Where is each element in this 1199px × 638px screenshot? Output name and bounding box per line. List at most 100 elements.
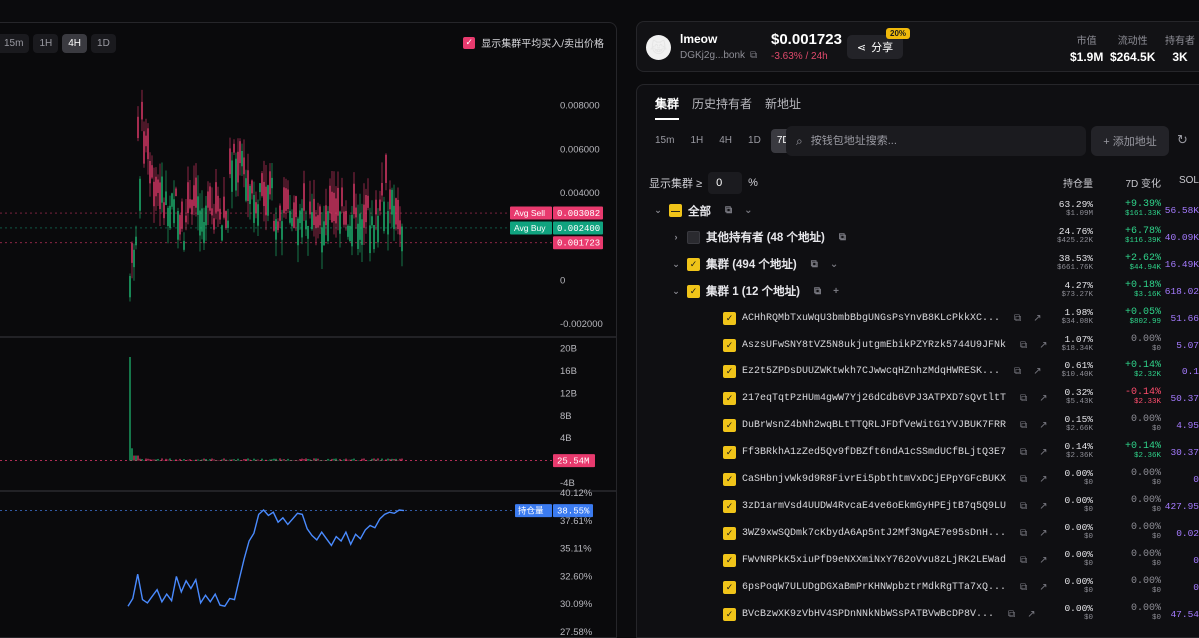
- wallet-address[interactable]: 3zD1armVsd4UUDW4RvcaE4ve6oEkmGyHPEjtB7q5…: [742, 501, 1006, 512]
- panel-tf-15m[interactable]: 15m: [649, 129, 680, 153]
- chart-tf-4h[interactable]: 4H: [62, 34, 88, 53]
- cluster-group-row[interactable]: ⌄ — 全部 ⧉ ⌄ 63.29% $1.09M +9.39% $161.33K 56.58K: [637, 197, 1199, 224]
- wallet-row[interactable]: ✓ FWvNRPkK5xiuPfD9eNXXmiNxY762oVvu8zLjRK2…: [637, 547, 1199, 574]
- checkbox-checked-icon[interactable]: ✓: [687, 257, 700, 271]
- checkbox-checked-icon[interactable]: ✓: [723, 526, 736, 540]
- price-chart-panel[interactable]: 0.008000 0.006000 0.004000 0 -0.002000 Avg Se…: [0, 22, 617, 638]
- panel-tf-1h[interactable]: 1H: [684, 129, 709, 153]
- checkbox-checked-icon[interactable]: ✓: [723, 419, 736, 433]
- copy-icon[interactable]: ⧉: [1020, 528, 1027, 539]
- wallet-address[interactable]: ACHhRQMbTxuWqU3bmbBbgUNGsPsYnvB8KLcPkkXC…: [742, 313, 1000, 324]
- wallet-row[interactable]: ✓ 3zD1armVsd4UUDW4RvcaE4ve6oEkmGyHPEjtB7q…: [637, 493, 1199, 520]
- chevron-down-icon[interactable]: ⌄: [830, 259, 838, 270]
- checkbox-checked-icon[interactable]: ✓: [723, 392, 736, 406]
- external-link-icon[interactable]: ↗: [1027, 609, 1035, 620]
- copy-icon[interactable]: ⧉: [839, 232, 846, 243]
- copy-icon[interactable]: ⧉: [1008, 609, 1015, 620]
- plus-icon[interactable]: +: [833, 286, 839, 297]
- avg-price-toggle[interactable]: ✓ 显示集群平均买入/卖出价格: [463, 35, 604, 50]
- checkbox-checked-icon[interactable]: ✓: [723, 365, 736, 379]
- copy-icon[interactable]: ⧉: [1020, 393, 1027, 404]
- wallet-address[interactable]: Ez2t5ZPDsDUUZWKtwkh7CJwwcqHZnhzMdqHWRESK…: [742, 366, 1000, 377]
- checkbox-checked-icon[interactable]: ✓: [723, 311, 736, 325]
- wallet-row[interactable]: ✓ ACHhRQMbTxuWqU3bmbBbgUNGsPsYnvB8KLcPkkX…: [637, 305, 1199, 332]
- col-holdings-header[interactable]: 持仓量: [1037, 175, 1093, 190]
- wallet-row[interactable]: ✓ 6psPoqW7ULUDgDGXaBmPrKHNWpbztrMdkRgTTa7…: [637, 574, 1199, 601]
- copy-icon[interactable]: ⧉: [1020, 420, 1027, 431]
- copy-icon[interactable]: ⧉: [1014, 366, 1021, 377]
- copy-icon[interactable]: ⧉: [1020, 501, 1027, 512]
- volume-bar: [205, 459, 207, 461]
- wallet-address[interactable]: DuBrWsnZ4bNh2wqBLtTTQRLJFDfVeWitG1YVJBUK…: [742, 420, 1006, 431]
- wallet-row[interactable]: ✓ 217eqTqtPzHUm4gwW7Yj26dCdb6VPJ3ATPXD7sQ…: [637, 385, 1199, 412]
- refresh-icon[interactable]: ↻: [1177, 132, 1188, 148]
- volume-bar: [291, 460, 293, 461]
- wallet-row[interactable]: ✓ BVcBzwXK9zVbHV4SPDnNNkNbWSsPATBVwBcDP8V…: [637, 601, 1199, 628]
- checkbox-checked-icon[interactable]: —: [669, 204, 682, 217]
- panel-tf-4h[interactable]: 4H: [713, 129, 738, 153]
- copy-icon[interactable]: ⧉: [811, 259, 818, 270]
- checkbox-checked-icon[interactable]: ✓: [723, 580, 736, 594]
- holding-cell: 24.76% $425.22K: [1037, 226, 1093, 245]
- wallet-search[interactable]: ⌕: [786, 126, 1086, 156]
- holding-usd: $0: [1083, 613, 1093, 622]
- candle-body: [253, 195, 255, 223]
- wallet-address[interactable]: 3WZ9xwSQDmk7cKbydA6Ap5ntJ2Mf3NgAE7e95sDn…: [742, 528, 1006, 539]
- copy-icon[interactable]: ⧉: [725, 205, 732, 216]
- chart-canvas[interactable]: 0.008000 0.006000 0.004000 0 -0.002000 Avg Se…: [0, 23, 617, 638]
- wallet-row[interactable]: ✓ DuBrWsnZ4bNh2wqBLtTTQRLJFDfVeWitG1YVJBU…: [637, 412, 1199, 439]
- cluster-group-row[interactable]: ⌄ ✓ 集群 1 (12 个地址) ⧉ +4.27% $73.27K +0.18% $3.16…: [637, 278, 1199, 305]
- col-sol-header[interactable]: SOL: [1157, 175, 1199, 186]
- cluster-group-row[interactable]: › 其他持有者 (48 个地址) ⧉ 24.76% $425.22K +6.78% $116…: [637, 224, 1199, 251]
- wallet-search-input[interactable]: [810, 135, 1061, 147]
- chart-tf-15m[interactable]: 15m: [0, 34, 30, 53]
- wallet-address[interactable]: 217eqTqtPzHUm4gwW7Yj26dCdb6VPJ3ATPXD7sQv…: [742, 393, 1006, 404]
- copy-icon[interactable]: ⧉: [1014, 313, 1021, 324]
- copy-icon[interactable]: ⧉: [1020, 555, 1027, 566]
- copy-icon[interactable]: ⧉: [1020, 340, 1027, 351]
- checkbox-checked-icon[interactable]: ✓: [723, 338, 736, 352]
- chart-tf-1d[interactable]: 1D: [91, 34, 116, 53]
- wallet-address[interactable]: AszsUFwSNY8tVZ5N8ukjutgmEbikPZYRzk5744U9…: [742, 340, 1006, 351]
- wallet-address[interactable]: Ff3BRkhA1zZed5Qv9fDBZft6ndA1cSSmdUCfBLjt…: [742, 447, 1006, 458]
- checkbox-unchecked-icon[interactable]: [687, 230, 700, 244]
- add-address-button[interactable]: + 添加地址: [1091, 126, 1169, 156]
- wallet-row[interactable]: ✓ Ez2t5ZPDsDUUZWKtwkh7CJwwcqHZnhzMdqHWRES…: [637, 358, 1199, 385]
- volume-bar: [237, 458, 239, 461]
- checkbox-checked-icon[interactable]: ✓: [723, 607, 736, 621]
- chart-tf-1h[interactable]: 1H: [33, 34, 59, 53]
- cluster-group-row[interactable]: ⌄ ✓ 集群 (494 个地址) ⧉ ⌄ 38.53% $661.76K +2.62% $44.…: [637, 251, 1199, 278]
- copy-icon[interactable]: ⧉: [1020, 474, 1027, 485]
- expand-caret-icon[interactable]: ⌄: [671, 286, 681, 297]
- wallet-row[interactable]: ✓ CaSHbnjvWk9d9R8FivrEi5pbthtmVxDCjEPpYGF…: [637, 466, 1199, 493]
- wallet-address[interactable]: BVcBzwXK9zVbHV4SPDnNNkNbWSsPATBVwBcDP8V.…: [742, 609, 994, 620]
- wallet-row[interactable]: ✓ Ff3BRkhA1zZed5Qv9fDBZft6ndA1cSSmdUCfBLj…: [637, 439, 1199, 466]
- volume-bar: [171, 460, 173, 461]
- panel-tf-1d[interactable]: 1D: [742, 129, 767, 153]
- expand-caret-icon[interactable]: ⌄: [653, 205, 663, 216]
- checkbox-checked-icon[interactable]: ✓: [723, 553, 736, 567]
- copy-icon[interactable]: ⧉: [1020, 582, 1027, 593]
- checkbox-checked-icon[interactable]: ✓: [687, 284, 700, 298]
- wallet-row[interactable]: ✓ AszsUFwSNY8tVZ5N8ukjutgmEbikPZYRzk5744U…: [637, 332, 1199, 359]
- checkbox-checked-icon[interactable]: ✓: [723, 499, 736, 513]
- wallet-address[interactable]: FWvNRPkK5xiuPfD9eNXXmiNxY762oVvu8zLjRK2L…: [742, 555, 1006, 566]
- copy-icon[interactable]: ⧉: [1020, 447, 1027, 458]
- tab-new-addresses[interactable]: 新地址: [765, 95, 801, 120]
- tab-history-holders[interactable]: 历史持有者: [692, 95, 752, 120]
- wallet-address[interactable]: CaSHbnjvWk9d9R8FivrEi5pbthtmVxDCjEPpYGFc…: [742, 474, 1006, 485]
- chevron-down-icon[interactable]: ⌄: [744, 205, 752, 216]
- checkbox-checked-icon[interactable]: ✓: [723, 446, 736, 460]
- checkbox-checked-icon[interactable]: ✓: [723, 473, 736, 486]
- token-header-card: 😹 lmeow DGKj2g...bonk ⧉ $0.001723 -3.63%…: [636, 21, 1199, 72]
- expand-caret-icon[interactable]: ›: [671, 232, 681, 242]
- checkbox-checked-icon[interactable]: ✓: [463, 36, 476, 49]
- expand-caret-icon[interactable]: ⌄: [671, 259, 681, 270]
- copy-icon[interactable]: ⧉: [814, 286, 821, 297]
- wallet-address[interactable]: 6psPoqW7ULUDgDGXaBmPrKHNWpbztrMdkRgTTa7x…: [742, 582, 1006, 593]
- wallet-row[interactable]: ✓ 3WZ9xwSQDmk7cKbydA6Ap5ntJ2Mf3NgAE7e95sD…: [637, 520, 1199, 547]
- filter-threshold-input[interactable]: 0: [708, 172, 743, 194]
- tab-clusters[interactable]: 集群: [655, 95, 680, 120]
- copy-icon[interactable]: ⧉: [750, 50, 757, 61]
- col-change-header[interactable]: 7D 变化: [1101, 175, 1161, 190]
